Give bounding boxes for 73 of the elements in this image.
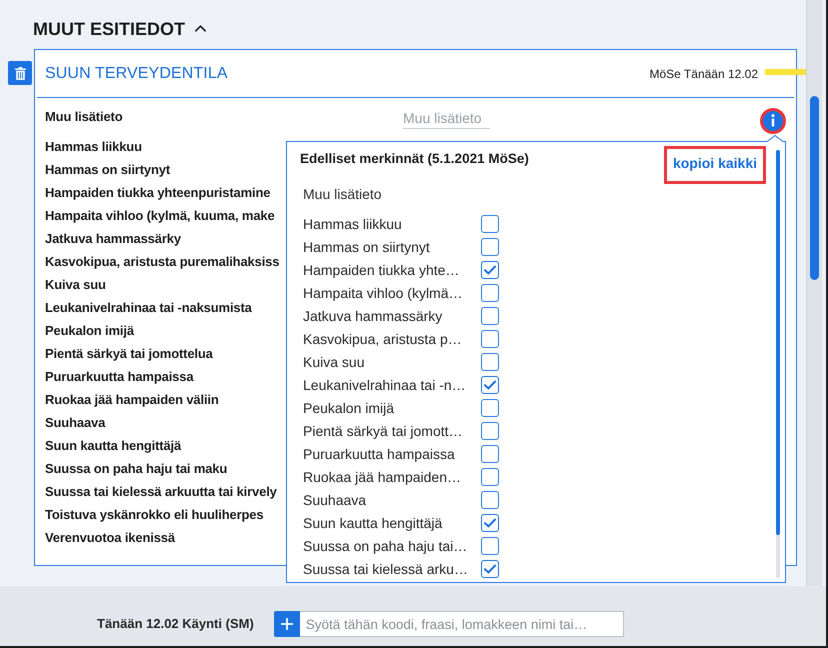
copy-all-link[interactable]: kopioi kaikki <box>672 154 758 172</box>
plus-icon <box>280 618 293 630</box>
form-item-label: Toistuva yskänrokko eli huuliherpes <box>45 506 264 524</box>
scrollbar-thumb[interactable] <box>810 96 819 280</box>
form-item-label: Hammas liikkuu <box>45 138 142 156</box>
checkbox[interactable] <box>481 422 499 440</box>
checkbox[interactable] <box>481 490 499 508</box>
previous-entry-label: Hammas liikkuu <box>303 216 403 232</box>
checkbox[interactable] <box>481 560 499 578</box>
visit-label: Tänään 12.02 Käynti (SM) <box>97 615 254 633</box>
form-item-label: Puruarkuutta hampaissa <box>45 368 194 386</box>
info-icon[interactable] <box>760 108 786 134</box>
checkmark-icon <box>484 518 496 528</box>
chevron-up-icon[interactable] <box>195 24 206 32</box>
form-item-label: Suun kautta hengittäjä <box>45 437 182 455</box>
form-item-label: Suuhaava <box>45 414 106 432</box>
form-item-label: Hampaita vihloo (kylmä, kuuma, make <box>45 207 275 225</box>
form-item-label: Hammas on siirtynyt <box>45 161 170 179</box>
status-marker <box>765 69 806 75</box>
checkbox[interactable] <box>481 536 499 554</box>
previous-entry-label: Leukanivelrahinaa tai -n… <box>303 376 467 392</box>
previous-entry-label: Hampaita vihloo (kylmä… <box>303 284 464 300</box>
checkbox[interactable] <box>481 214 499 232</box>
form-item-label: Kuiva suu <box>45 276 106 294</box>
checkmark-icon <box>484 264 496 274</box>
previous-entry-label: Pientä särkyä tai jomott… <box>303 422 464 438</box>
form-item-label: Pientä särkyä tai jomottelua <box>45 345 213 363</box>
checkbox[interactable] <box>481 284 499 302</box>
checkbox[interactable] <box>481 514 499 532</box>
checkbox[interactable] <box>481 444 499 462</box>
form-item-label: Leukanivelrahinaa tai -naksumista <box>45 299 252 317</box>
note-input[interactable]: Muu lisätieto <box>403 108 490 128</box>
previous-entry-label: Kuiva suu <box>303 354 366 370</box>
previous-entry-label: Suuhaava <box>303 492 368 508</box>
scrollbar-track[interactable] <box>806 0 822 586</box>
checkbox[interactable] <box>481 306 499 324</box>
previous-entry-label: Suussa on paha haju tai… <box>303 538 468 554</box>
form-item-label: Ruokaa jää hampaiden väliin <box>45 391 219 409</box>
previous-note-label: Muu lisätieto <box>303 185 382 203</box>
form-item-label: Verenvuotoa ikenissä <box>45 529 175 547</box>
form-item-label: Suussa tai kielessä arkuutta tai kirvely <box>45 483 277 501</box>
checkbox[interactable] <box>481 260 499 278</box>
card-title: SUUN TERVEYDENTILA <box>45 64 228 82</box>
entry-meta: MöSe Tänään 12.02 <box>649 66 758 80</box>
checkbox[interactable] <box>481 330 499 348</box>
previous-entry-label: Peukalon imijä <box>303 400 396 416</box>
search-input[interactable]: Syötä tähän koodi, fraasi, lomakkeen nimi tai… <box>300 611 624 637</box>
checkbox[interactable] <box>481 398 499 416</box>
previous-entry-label: Puruarkuutta hampaissa <box>303 446 456 462</box>
form-item-label: Jatkuva hammassärky <box>45 230 181 248</box>
field-label: Muu lisätieto <box>45 108 124 126</box>
form-item-label: Kasvokipua, aristusta puremalihaksiss <box>45 253 280 271</box>
previous-entry-label: Hammas on siirtynyt <box>303 238 431 254</box>
checkmark-icon <box>484 564 496 574</box>
previous-entry-label: Suussa tai kielessä arku… <box>303 560 469 576</box>
checkbox[interactable] <box>481 238 499 256</box>
checkbox[interactable] <box>481 468 499 486</box>
previous-entry-label: Jatkuva hammassärky <box>303 308 444 324</box>
section-title: MUUT ESITIEDOT <box>33 18 185 41</box>
form-item-label: Peukalon imijä <box>45 322 134 340</box>
previous-entry-label: Suun kautta hengittäjä <box>303 514 444 530</box>
previous-entry-label: Kasvokipua, aristusta p… <box>303 330 463 346</box>
trash-icon <box>14 66 26 80</box>
checkbox[interactable] <box>481 352 499 370</box>
form-item-label: Suussa on paha haju tai maku <box>45 460 228 478</box>
previous-entry-label: Ruokaa jää hampaiden… <box>303 468 462 484</box>
popover-title: Edelliset merkinnät (5.1.2021 MöSe) <box>300 150 529 168</box>
add-button[interactable] <box>274 611 300 637</box>
form-item-label: Hampaiden tiukka yhteenpuristamine <box>45 184 270 202</box>
delete-button[interactable] <box>8 61 32 85</box>
checkmark-icon <box>484 380 496 390</box>
previous-entry-label: Hampaiden tiukka yhte… <box>303 262 460 278</box>
checkbox[interactable] <box>481 376 499 394</box>
